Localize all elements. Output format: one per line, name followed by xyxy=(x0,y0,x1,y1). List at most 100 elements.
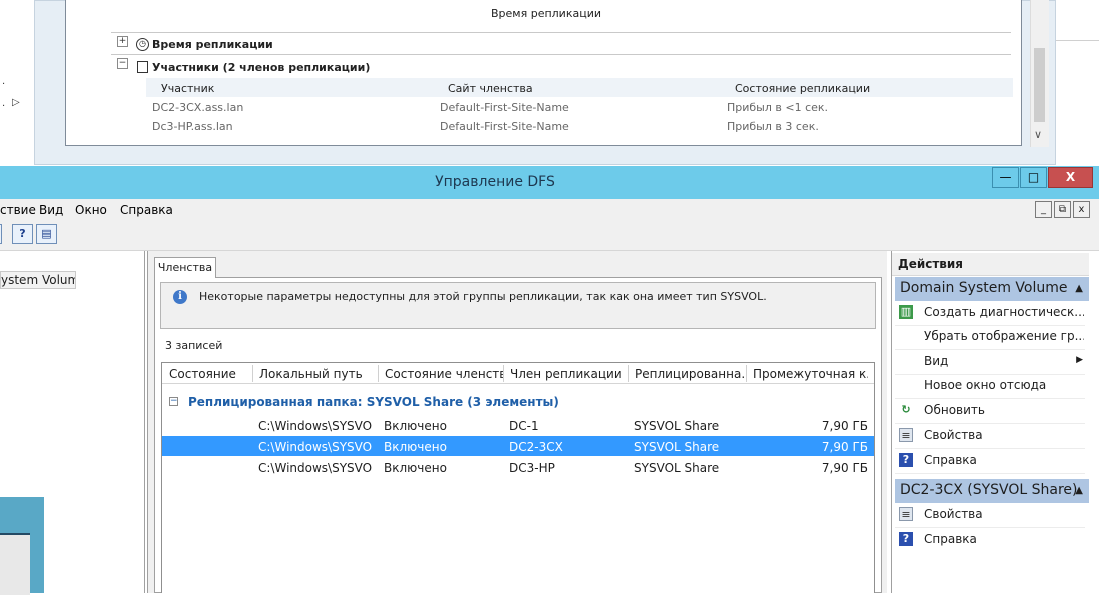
section-label-replication-time: Время репликации xyxy=(152,38,273,51)
column-header: Состояние репликации xyxy=(735,82,871,95)
action-section-label: Domain System Volume xyxy=(900,280,1068,296)
background-left-strip: . . ▷ xyxy=(0,0,34,165)
table-row[interactable]: C:\Windows\SYSVOL... Включено DC-1 SYSVO… xyxy=(162,415,874,435)
collapse-arrow-icon[interactable]: ▲ xyxy=(1075,485,1083,496)
cell-path: C:\Windows\SYSVOL... xyxy=(258,419,373,433)
mdi-restore-button[interactable]: ⧉ xyxy=(1054,201,1071,218)
show-hide-action-pane-icon[interactable]: ▤ xyxy=(36,224,57,244)
member-name: DC2-3CX.ass.lan xyxy=(152,101,244,114)
column-header-membership-state[interactable]: Состояние членства xyxy=(385,367,503,381)
member-name: Dc3-HP.ass.lan xyxy=(152,120,233,133)
close-button[interactable]: X xyxy=(1048,167,1093,188)
column-separator[interactable] xyxy=(628,365,629,382)
cell-member: DC3-HP xyxy=(509,461,555,475)
action-new-window[interactable]: Новое окно отсюда xyxy=(895,374,1085,399)
action-properties[interactable]: ≡ Свойства xyxy=(895,424,1085,449)
collapse-arrow-icon[interactable]: ▲ xyxy=(1075,283,1083,294)
cell-path: C:\Windows\SYSVOL... xyxy=(258,461,373,475)
scrollbar-thumb[interactable] xyxy=(1034,48,1045,122)
action-section-dc2-3cx[interactable]: DC2-3CX (SYSVOL Share) ▲ xyxy=(895,479,1089,503)
action-label: Убрать отображение гр... xyxy=(924,329,1084,343)
cell-staging: 7,90 ГБ xyxy=(821,461,868,475)
action-label: Новое окно отсюда xyxy=(924,378,1047,392)
column-header: Участник xyxy=(161,82,215,95)
cell-path: C:\Windows\SYSVOL... xyxy=(258,440,373,454)
member-site: Default-First-Site-Name xyxy=(440,101,569,114)
help-icon[interactable]: ? xyxy=(12,224,33,244)
properties-icon: ≡ xyxy=(899,507,913,521)
action-view-submenu[interactable]: Вид ▶ xyxy=(895,350,1085,375)
column-header-member[interactable]: Член репликации xyxy=(510,367,628,381)
mdi-close-button[interactable]: x xyxy=(1073,201,1090,218)
scroll-down-icon[interactable]: ∨ xyxy=(1034,128,1042,141)
divider xyxy=(111,32,1011,33)
maximize-button[interactable]: □ xyxy=(1020,167,1047,188)
record-count: 3 записей xyxy=(165,339,223,352)
report-vertical-scrollbar[interactable]: ∨ xyxy=(1030,0,1049,147)
table-row[interactable]: C:\Windows\SYSVOL... Включено DC3-HP SYS… xyxy=(162,457,874,477)
properties-icon: ≡ xyxy=(899,428,913,442)
info-message: Некоторые параметры недоступны для этой … xyxy=(199,290,767,303)
dots-glyph: . xyxy=(2,98,6,109)
background-right-pane xyxy=(1056,0,1099,165)
action-hide-group[interactable]: Убрать отображение гр... xyxy=(895,325,1085,350)
action-label: Создать диагностическ... xyxy=(924,305,1084,319)
window-title: Управление DFS xyxy=(435,174,555,190)
column-header-state[interactable]: Состояние xyxy=(169,367,251,381)
action-help[interactable]: ? Справка xyxy=(895,449,1085,474)
expand-arrow-icon[interactable]: ▷ xyxy=(12,97,20,108)
thumbnail-window xyxy=(0,533,30,595)
menu-action[interactable]: ствие xyxy=(0,203,36,217)
column-header-staging[interactable]: Промежуточная к... xyxy=(753,367,868,381)
dots-glyph: . xyxy=(2,76,6,87)
submenu-arrow-icon: ▶ xyxy=(1076,355,1083,365)
cell-folder: SYSVOL Share xyxy=(634,461,720,475)
column-separator[interactable] xyxy=(503,365,504,382)
action-section-domain-system-volume[interactable]: Domain System Volume ▲ xyxy=(895,277,1089,301)
desktop-thumbnail xyxy=(0,497,44,595)
action-refresh[interactable]: ↻ Обновить xyxy=(895,399,1085,424)
action-label: Свойства xyxy=(924,507,983,521)
action-label: Вид xyxy=(924,354,949,368)
group-collapse-toggle[interactable]: − xyxy=(169,397,178,406)
column-header-replicated-folder[interactable]: Реплицированна... xyxy=(635,367,745,381)
cell-folder: SYSVOL Share xyxy=(634,419,720,433)
action-help[interactable]: ? Справка xyxy=(895,528,1085,552)
cell-membership: Включено xyxy=(384,461,447,475)
cell-membership: Включено xyxy=(384,440,447,454)
column-separator[interactable] xyxy=(378,365,379,382)
clock-icon: ◷ xyxy=(136,38,149,51)
column-header: Сайт членства xyxy=(448,82,533,95)
member-status: Прибыл в 3 сек. xyxy=(727,120,819,133)
report-icon: ▥ xyxy=(899,305,913,319)
menu-help[interactable]: Справка xyxy=(120,203,173,217)
table-row-selected[interactable]: C:\Windows\SYSVOL... Включено DC2-3CX SY… xyxy=(162,436,874,456)
action-create-diagnostic-report[interactable]: ▥ Создать диагностическ... xyxy=(895,301,1085,326)
action-label: Обновить xyxy=(924,403,985,417)
toolbar-button-partial[interactable] xyxy=(0,224,2,244)
section-toggle[interactable]: − xyxy=(117,58,128,69)
action-section-label: DC2-3CX (SYSVOL Share) xyxy=(900,482,1078,498)
replication-report-panel: Время репликации + ◷ Время репликации − … xyxy=(65,0,1022,146)
info-icon: i xyxy=(173,290,187,304)
refresh-icon: ↻ xyxy=(901,403,911,416)
tab-memberships[interactable]: Членства xyxy=(154,257,216,278)
action-properties[interactable]: ≡ Свойства xyxy=(895,503,1085,528)
tree-item-domain-system-volume[interactable]: ystem Volume xyxy=(0,271,76,289)
menu-view[interactable]: Вид xyxy=(39,203,63,217)
column-separator[interactable] xyxy=(252,365,253,382)
divider xyxy=(111,54,1011,55)
menu-window[interactable]: Окно xyxy=(75,203,107,217)
section-toggle[interactable]: + xyxy=(117,36,128,47)
cell-member: DC-1 xyxy=(509,419,539,433)
actions-title: Действия xyxy=(898,257,964,271)
group-label[interactable]: Реплицированная папка: SYSVOL Share (3 э… xyxy=(188,395,559,409)
action-label: Справка xyxy=(924,532,977,546)
column-header-local-path[interactable]: Локальный путь xyxy=(259,367,377,381)
minimize-button[interactable]: — xyxy=(992,167,1019,188)
help-icon: ? xyxy=(899,453,913,467)
member-site: Default-First-Site-Name xyxy=(440,120,569,133)
mdi-minimize-button[interactable]: _ xyxy=(1035,201,1052,218)
column-separator[interactable] xyxy=(746,365,747,382)
action-label: Справка xyxy=(924,453,977,467)
